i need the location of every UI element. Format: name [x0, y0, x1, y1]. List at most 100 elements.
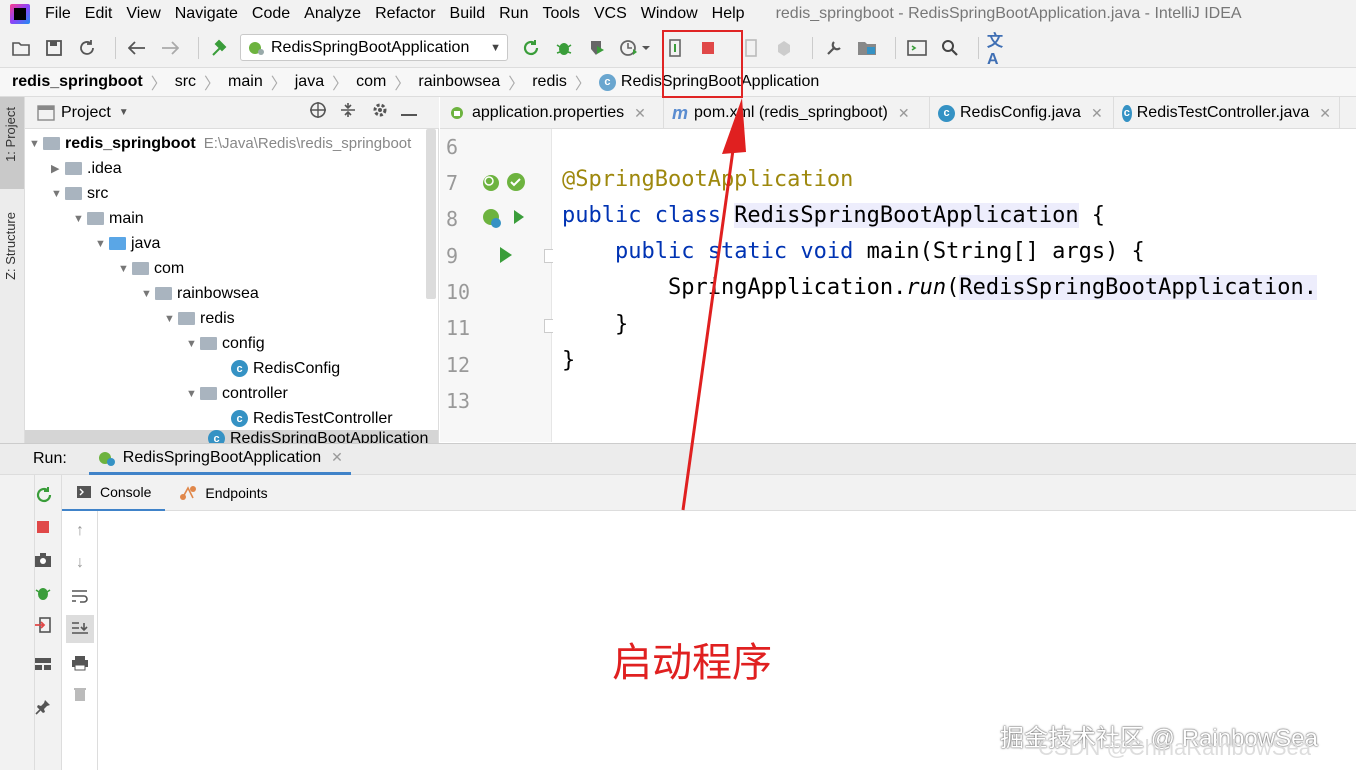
- settings-icon[interactable]: [821, 35, 847, 61]
- close-icon[interactable]: ✕: [898, 105, 910, 122]
- menu-analyze[interactable]: Analyze: [297, 5, 368, 23]
- menu-tools[interactable]: Tools: [535, 5, 586, 23]
- tree-scrollbar[interactable]: [426, 129, 436, 299]
- tree-node-application[interactable]: c RedisSpringBootApplication: [25, 430, 438, 443]
- translate-icon[interactable]: 文A: [987, 33, 1013, 68]
- debug-icon[interactable]: [551, 35, 577, 61]
- tree-node-main[interactable]: ▼ main: [73, 206, 144, 231]
- soft-wrap-icon[interactable]: [68, 584, 92, 608]
- chevron-down-icon: ▼: [490, 41, 501, 54]
- breadcrumb-item-main[interactable]: main 〉: [228, 70, 295, 94]
- breadcrumb-item-java[interactable]: java 〉: [295, 70, 356, 94]
- run-tab[interactable]: RedisSpringBootApplication ✕: [88, 443, 351, 475]
- breadcrumb-item-project[interactable]: redis_springboot 〉: [12, 70, 175, 94]
- close-icon[interactable]: ✕: [1319, 105, 1331, 122]
- breadcrumb-item-src[interactable]: src 〉: [175, 70, 228, 94]
- annotation-text: 启动程序: [612, 640, 772, 686]
- tab-endpoints[interactable]: Endpoints: [165, 475, 281, 511]
- breadcrumb-item-com[interactable]: com 〉: [356, 70, 418, 94]
- menu-view[interactable]: View: [119, 5, 167, 23]
- tree-node-src[interactable]: ▼ src: [51, 181, 108, 206]
- toolbar-separator: [812, 36, 813, 59]
- tree-node-java[interactable]: ▼ java: [95, 231, 160, 256]
- tab-application-properties[interactable]: application.properties ✕: [440, 97, 664, 129]
- scroll-to-end-icon[interactable]: [66, 615, 94, 643]
- tree-node-config[interactable]: ▼ config: [186, 331, 265, 356]
- trash-icon[interactable]: [68, 682, 92, 706]
- project-view-selector[interactable]: Project: [61, 104, 111, 122]
- search-icon[interactable]: [937, 35, 963, 61]
- arrow-up-icon[interactable]: ↑: [68, 519, 92, 543]
- menu-vcs[interactable]: VCS: [587, 5, 634, 23]
- tree-node-controller[interactable]: ▼ controller: [186, 381, 288, 406]
- sync-icon[interactable]: [74, 35, 100, 61]
- run-icon[interactable]: [498, 246, 514, 269]
- endpoints-icon: [180, 485, 197, 500]
- menu-refactor[interactable]: Refactor: [368, 5, 442, 23]
- breadcrumb-item-redis[interactable]: redis 〉: [532, 70, 599, 94]
- tree-node-rainbowsea[interactable]: ▼ rainbowsea: [141, 281, 259, 306]
- tool-tab-project[interactable]: 1: Project: [3, 107, 18, 162]
- chevron-down-icon[interactable]: ▼: [119, 107, 129, 118]
- terminal-icon[interactable]: [904, 35, 930, 61]
- tree-node-redisconfig[interactable]: c RedisConfig: [231, 356, 340, 381]
- gear-icon[interactable]: [371, 101, 389, 124]
- menu-build[interactable]: Build: [443, 5, 493, 23]
- run-label: Run:: [33, 450, 67, 467]
- layout-icon[interactable]: [30, 651, 56, 677]
- project-panel-header: Project ▼: [25, 97, 439, 129]
- stop-icon[interactable]: [30, 514, 56, 540]
- tree-node-redis[interactable]: ▼ redis: [164, 306, 235, 331]
- spring-boot-icon: [249, 41, 264, 55]
- locate-icon[interactable]: [309, 101, 327, 124]
- profile-icon[interactable]: [617, 35, 655, 61]
- tree-node-redistestcontroller[interactable]: c RedisTestController: [231, 406, 393, 431]
- code-editor[interactable]: @SpringBootApplication public class Redi…: [553, 129, 1356, 442]
- arrow-down-icon[interactable]: ↓: [68, 551, 92, 575]
- tree-node-idea[interactable]: ▶ .idea: [51, 156, 122, 181]
- tool-tab-structure[interactable]: Z: Structure: [3, 212, 18, 280]
- forward-icon[interactable]: [157, 35, 183, 61]
- save-icon[interactable]: [41, 35, 67, 61]
- debug-attach-icon[interactable]: [30, 580, 56, 606]
- line-number: 10: [446, 280, 471, 304]
- pin-icon[interactable]: [30, 694, 56, 720]
- project-structure-icon[interactable]: [854, 35, 880, 61]
- rerun-icon[interactable]: [518, 35, 544, 61]
- menu-window[interactable]: Window: [634, 5, 705, 23]
- spring-bean-icon[interactable]: [480, 171, 526, 200]
- close-icon[interactable]: ✕: [634, 105, 646, 122]
- menu-help[interactable]: Help: [705, 5, 752, 23]
- open-icon[interactable]: [8, 35, 34, 61]
- gradle-icon[interactable]: [771, 35, 797, 61]
- tab-console[interactable]: Console: [62, 475, 166, 511]
- tab-pom-xml[interactable]: m pom.xml (redis_springboot) ✕: [664, 97, 930, 129]
- spring-class-icon: c: [598, 73, 616, 91]
- close-icon[interactable]: ✕: [1091, 105, 1103, 122]
- package-icon: [178, 312, 195, 325]
- menu-run[interactable]: Run: [492, 5, 535, 23]
- folder-icon: [65, 162, 82, 175]
- tree-node-root[interactable]: ▼ redis_springboot E:\Java\Redis\redis_s…: [29, 131, 411, 156]
- close-icon[interactable]: ✕: [331, 449, 343, 466]
- menu-navigate[interactable]: Navigate: [168, 5, 245, 23]
- menu-edit[interactable]: Edit: [78, 5, 120, 23]
- breadcrumb-item-rainbowsea[interactable]: rainbowsea 〉: [418, 70, 532, 94]
- tab-redistestcontroller[interactable]: c RedisTestController.java ✕: [1114, 97, 1340, 129]
- rerun-icon[interactable]: [32, 483, 56, 507]
- spring-boot-run-icon[interactable]: [480, 206, 526, 237]
- import-icon[interactable]: [30, 612, 56, 638]
- tab-redisconfig[interactable]: c RedisConfig.java ✕: [930, 97, 1114, 129]
- collapse-all-icon[interactable]: [339, 101, 357, 124]
- coverage-icon[interactable]: [584, 35, 610, 61]
- back-icon[interactable]: [124, 35, 150, 61]
- tree-node-com[interactable]: ▼ com: [118, 256, 184, 281]
- print-icon[interactable]: [68, 651, 92, 675]
- source-folder-icon: [109, 237, 126, 250]
- run-configuration-select[interactable]: RedisSpringBootApplication ▼: [240, 34, 508, 61]
- camera-icon[interactable]: [30, 547, 56, 573]
- minimize-icon[interactable]: [400, 104, 417, 122]
- build-icon[interactable]: [207, 35, 233, 61]
- menu-file[interactable]: File: [38, 5, 78, 23]
- menu-code[interactable]: Code: [245, 5, 297, 23]
